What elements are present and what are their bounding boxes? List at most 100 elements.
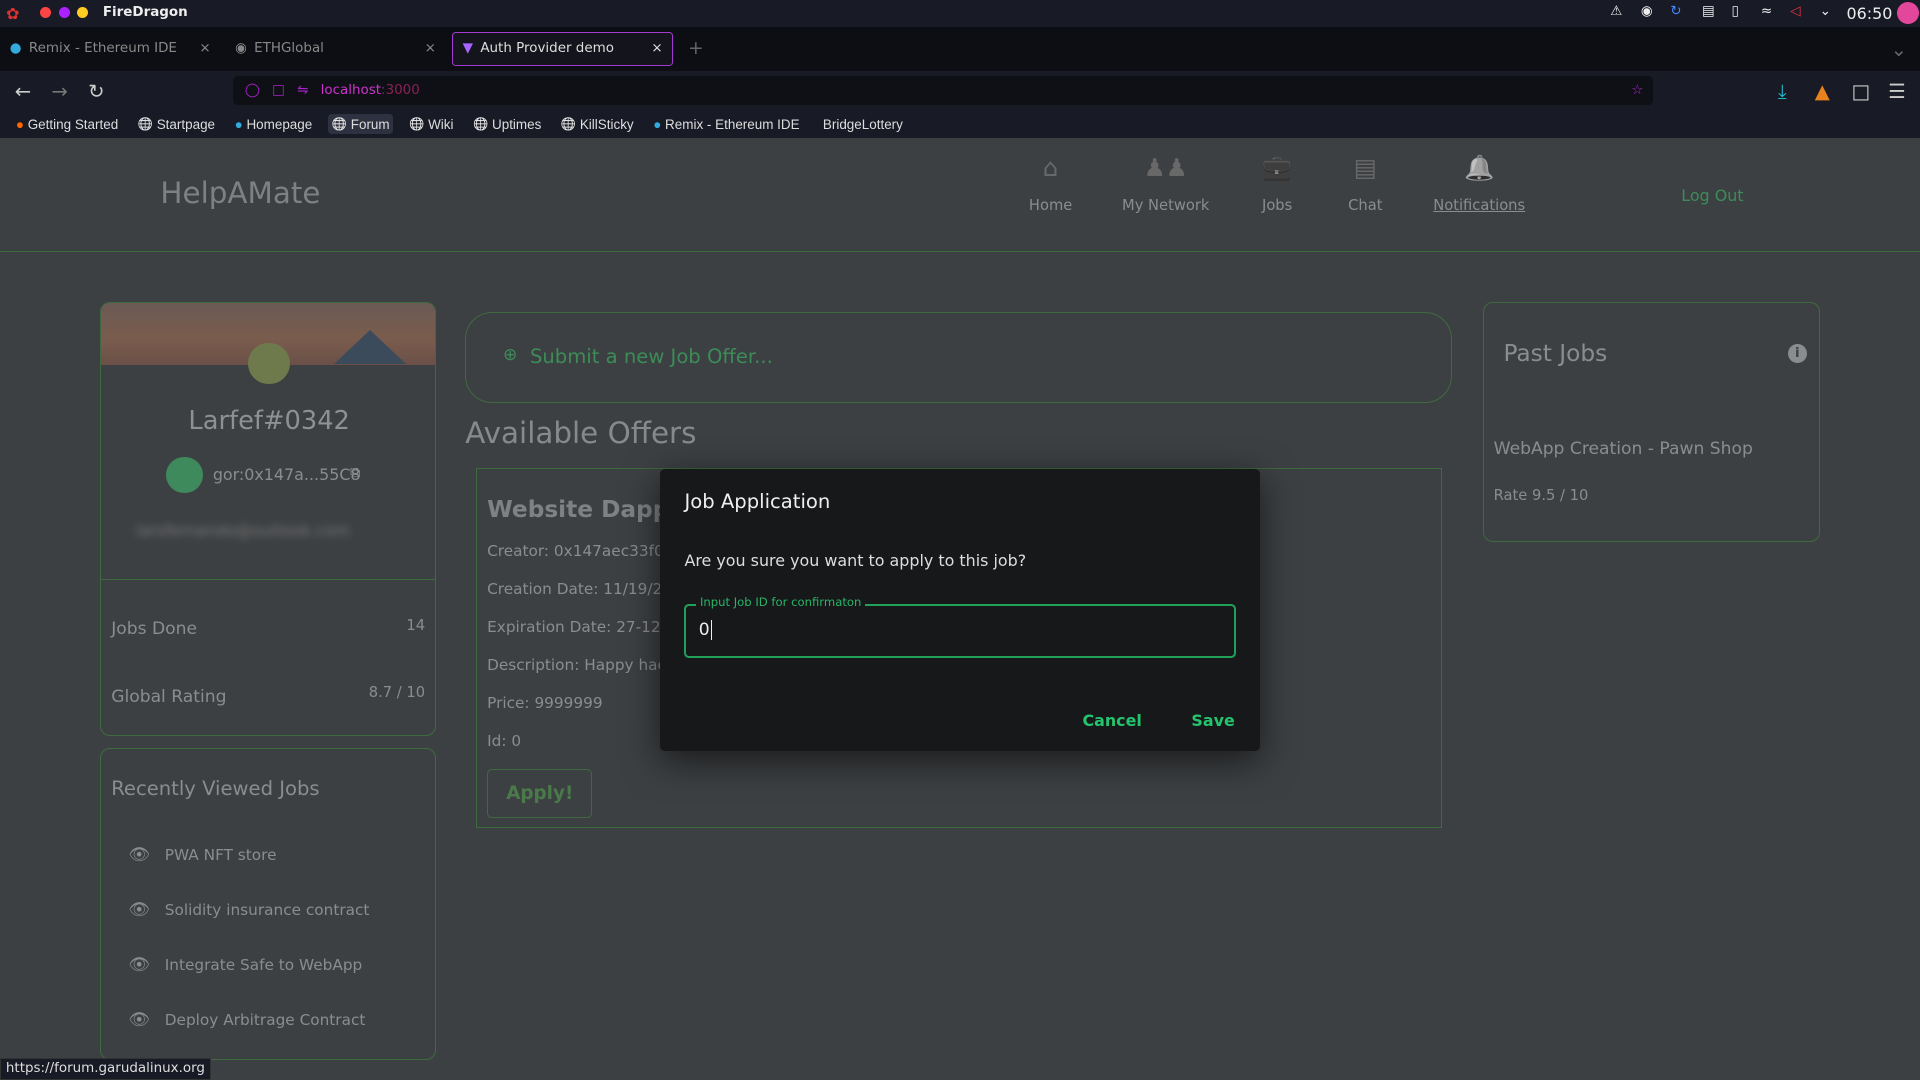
ethglobal-icon: ◉ bbox=[235, 41, 247, 57]
job-id-input-value[interactable]: 0 bbox=[699, 620, 712, 641]
eye-icon: 👁 bbox=[128, 1009, 151, 1030]
recent-job-item[interactable]: 👁 PWA NFT store bbox=[128, 845, 276, 865]
bookmark-item[interactable]: ● Remix - Ethereum IDE bbox=[650, 114, 804, 134]
profile-avatar[interactable] bbox=[248, 342, 290, 385]
wallet-address: gor:0x147a...55C8 bbox=[212, 465, 361, 485]
clipboard-icon[interactable]: ▤ bbox=[1702, 4, 1715, 19]
tab-auth-provider-demo[interactable]: ▼ Auth Provider demo × bbox=[451, 31, 674, 67]
close-tab-icon[interactable]: × bbox=[651, 41, 662, 56]
metamask-icon[interactable]: ▲ bbox=[1815, 80, 1830, 103]
tab-remix[interactable]: ● Remix - Ethereum IDE × bbox=[0, 32, 220, 66]
list-tabs-icon[interactable]: ⌄ bbox=[1891, 38, 1907, 61]
submit-offer-button[interactable]: ⊕ Submit a new Job Offer... bbox=[465, 312, 1453, 403]
recent-job-item[interactable]: 👁 Deploy Arbitrage Contract bbox=[128, 1010, 365, 1030]
remix-icon: ● bbox=[653, 116, 662, 132]
bookmark-item[interactable]: BridgeLottery bbox=[816, 114, 907, 134]
divider bbox=[101, 578, 435, 580]
dialog-title: Job Application bbox=[684, 489, 831, 513]
info-icon[interactable]: i bbox=[1787, 343, 1808, 364]
url-text[interactable]: localhost:3000 bbox=[321, 83, 420, 98]
bookmark-item[interactable]: ● Getting Started bbox=[12, 114, 122, 134]
chevron-down-icon[interactable]: ⌄ bbox=[1820, 4, 1831, 19]
minimize-window-icon[interactable] bbox=[77, 7, 89, 19]
apply-button[interactable]: Apply! bbox=[487, 768, 593, 818]
stat-value: 8.7 / 10 bbox=[368, 684, 426, 702]
cancel-button[interactable]: Cancel bbox=[1082, 711, 1141, 730]
battery-icon[interactable]: ▯ bbox=[1731, 4, 1738, 19]
new-tab-button[interactable]: + bbox=[688, 38, 703, 59]
globe-icon: 🌐 bbox=[560, 117, 577, 132]
status-url: https://forum.garudalinux.org bbox=[0, 1057, 211, 1080]
volume-muted-icon[interactable]: ◁ bbox=[1790, 4, 1800, 19]
profile-card: Larfef#0342 gor:0x147a...55C8 ⧉ larsfern… bbox=[100, 302, 436, 736]
bookmark-item[interactable]: 🌐 Startpage bbox=[134, 114, 219, 134]
wifi-icon[interactable]: ≈ bbox=[1761, 4, 1772, 19]
back-icon[interactable]: ← bbox=[15, 80, 31, 103]
nav-notifications[interactable]: 🔔 Notifications bbox=[1418, 153, 1540, 214]
tab-ethglobal[interactable]: ◉ ETHGlobal × bbox=[225, 32, 445, 66]
firefox-icon: ● bbox=[15, 116, 25, 132]
job-id-input-label: Input Job ID for confirmaton bbox=[696, 594, 866, 609]
close-tab-icon[interactable]: × bbox=[425, 41, 436, 56]
past-job-rate: Rate 9.5 / 10 bbox=[1493, 487, 1589, 505]
url-bar[interactable]: ◯ □ ⇋ localhost:3000 ☆ bbox=[232, 75, 1654, 106]
nav-label: Notifications bbox=[1433, 197, 1526, 215]
downloads-icon[interactable]: ⤓ bbox=[1778, 80, 1787, 103]
logout-link[interactable]: Log Out bbox=[1681, 186, 1743, 205]
bookmark-item[interactable]: 🌐 KillSticky bbox=[557, 114, 637, 134]
sync-icon[interactable]: ↻ bbox=[1670, 4, 1681, 19]
extensions-icon[interactable]: □ bbox=[1851, 80, 1870, 103]
vite-icon: ▼ bbox=[462, 41, 473, 57]
job-id-input[interactable]: Input Job ID for confirmaton 0 bbox=[684, 594, 1236, 658]
nav-chat[interactable]: ▤ Chat bbox=[1304, 153, 1426, 214]
copy-icon[interactable]: ⧉ bbox=[350, 464, 361, 481]
bookmark-item[interactable]: 🌐 Uptimes bbox=[469, 114, 545, 134]
submit-offer-label: Submit a new Job Offer... bbox=[529, 345, 773, 369]
offer-id: Id: 0 bbox=[487, 732, 522, 751]
bookmark-item[interactable]: 🌐 Wiki bbox=[406, 114, 458, 134]
bookmark-label: Homepage bbox=[246, 116, 313, 132]
nav-home[interactable]: ⌂ Home bbox=[989, 153, 1111, 214]
bookmark-label: Getting Started bbox=[27, 116, 119, 132]
nav-my-network[interactable]: ♟♟ My Network bbox=[1104, 153, 1226, 214]
nav-label: Home bbox=[1028, 197, 1073, 215]
permissions-icon[interactable]: ⇋ bbox=[297, 83, 308, 98]
discord-icon[interactable]: ◉ bbox=[1641, 4, 1653, 19]
app-logo[interactable]: HelpAMate bbox=[160, 176, 320, 210]
offer-description: Description: Happy hac bbox=[487, 656, 666, 675]
maximize-window-icon[interactable] bbox=[58, 7, 70, 19]
eye-icon: 👁 bbox=[128, 899, 151, 920]
recent-job-item[interactable]: 👁 Integrate Safe to WebApp bbox=[128, 955, 362, 975]
nav-label: Chat bbox=[1348, 197, 1383, 215]
close-window-icon[interactable] bbox=[40, 7, 52, 19]
user-avatar[interactable] bbox=[1896, 2, 1919, 25]
bookmark-star-icon[interactable]: ☆ bbox=[1631, 83, 1643, 98]
notification-icon[interactable]: ⚠ bbox=[1610, 4, 1622, 19]
recent-job-label: Integrate Safe to WebApp bbox=[164, 955, 363, 974]
bookmark-label: BridgeLottery bbox=[822, 116, 903, 132]
tab-label: Remix - Ethereum IDE bbox=[28, 41, 177, 57]
recent-job-label: Solidity insurance contract bbox=[164, 900, 370, 919]
menu-icon[interactable]: ☰ bbox=[1888, 80, 1906, 103]
bookmark-item[interactable]: ● Homepage bbox=[231, 114, 316, 134]
app-name: FireDragon bbox=[102, 4, 188, 20]
briefcase-icon: 💼 bbox=[1261, 153, 1293, 183]
plus-circle-icon: ⊕ bbox=[503, 345, 518, 366]
bookmark-label: Remix - Ethereum IDE bbox=[665, 116, 800, 132]
profile-name: Larfef#0342 bbox=[188, 406, 350, 437]
recent-job-item[interactable]: 👁 Solidity insurance contract bbox=[128, 900, 369, 920]
close-tab-icon[interactable]: × bbox=[199, 41, 210, 56]
reload-icon[interactable]: ↻ bbox=[88, 80, 104, 103]
forward-icon[interactable]: → bbox=[51, 80, 67, 103]
bookmark-item[interactable]: 🌐 Forum bbox=[328, 114, 394, 135]
bookmark-label: Uptimes bbox=[492, 116, 542, 132]
past-jobs-title: Past Jobs bbox=[1503, 340, 1608, 368]
bookmark-label: Forum bbox=[350, 116, 390, 132]
homepage-icon: ● bbox=[234, 116, 243, 132]
offer-price: Price: 9999999 bbox=[487, 694, 603, 713]
shield-icon[interactable]: ◯ bbox=[245, 83, 260, 98]
bookmark-label: Wiki bbox=[428, 116, 454, 132]
recent-title: Recently Viewed Jobs bbox=[111, 777, 320, 801]
os-top-bar: ✿ FireDragon ⚠ ◉ ↻ ▤ ▯ ≈ ◁ ⌄ 06:50 bbox=[0, 0, 1920, 27]
save-button[interactable]: Save bbox=[1191, 711, 1234, 730]
